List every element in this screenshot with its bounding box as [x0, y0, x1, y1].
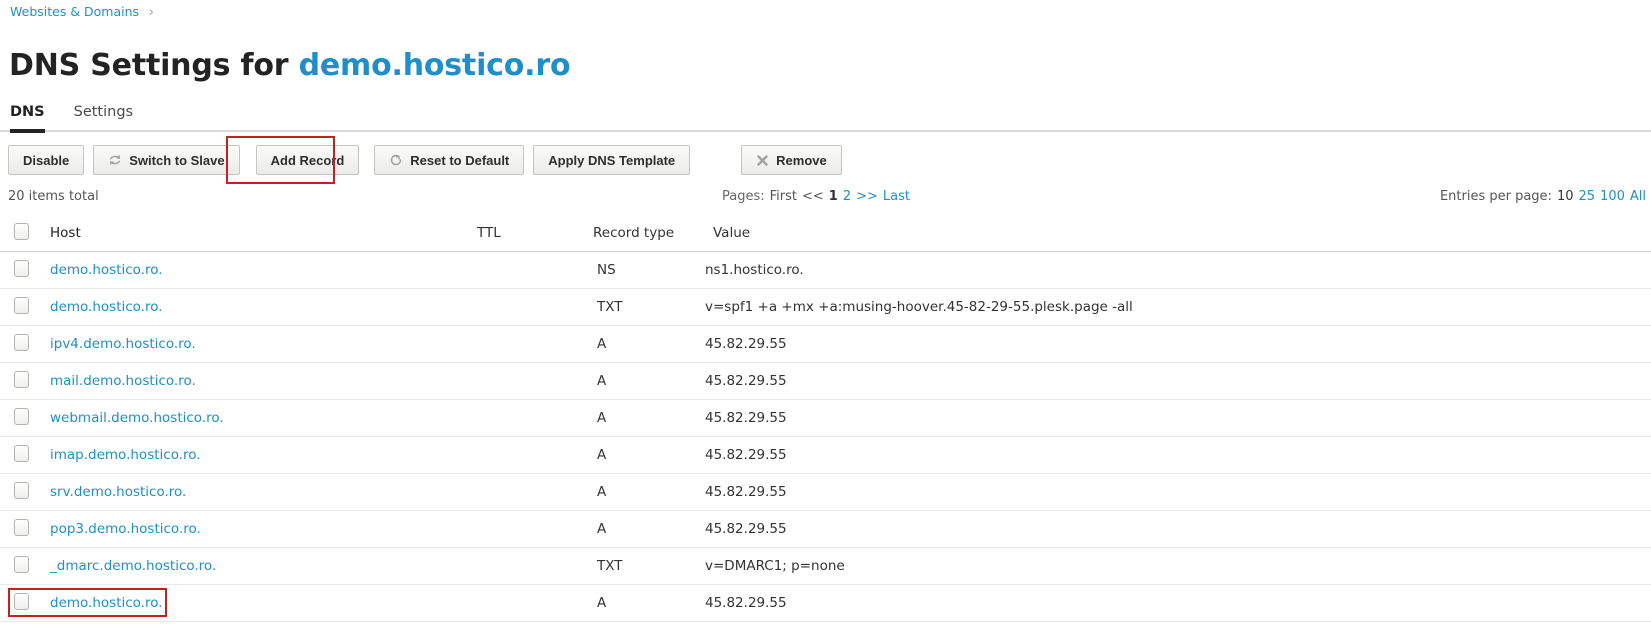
- tab-settings[interactable]: Settings: [74, 104, 133, 133]
- row-checkbox[interactable]: [14, 592, 29, 610]
- row-checkbox[interactable]: [14, 407, 29, 425]
- column-header-host: Host: [50, 225, 81, 241]
- breadcrumb-chevron-icon: ›: [149, 5, 154, 19]
- entries-label: Entries per page:: [1439, 189, 1552, 204]
- pagination-last[interactable]: Last: [883, 189, 910, 204]
- host-link[interactable]: pop3.demo.hostico.ro.: [50, 521, 201, 537]
- tab-bar: DNS Settings: [10, 104, 133, 133]
- column-header-value: Value: [713, 225, 751, 241]
- add-record-button[interactable]: Add Record: [255, 145, 360, 175]
- page-title-prefix: DNS Settings for: [9, 48, 299, 84]
- record-value: 45.82.29.55: [705, 410, 787, 426]
- disable-button[interactable]: Disable: [8, 145, 85, 175]
- record-type: TXT: [597, 558, 623, 574]
- reset-to-default-button[interactable]: Reset to Default: [374, 145, 525, 175]
- table-row: webmail.demo.hostico.ro. A 45.82.29.55: [0, 400, 1651, 437]
- items-total: 20 items total: [8, 189, 99, 204]
- table-row-annotated: demo.hostico.ro. A 45.82.29.55: [0, 585, 1651, 622]
- record-value: 45.82.29.55: [705, 373, 787, 389]
- record-value: v=DMARC1; p=none: [705, 558, 845, 574]
- table-row: imap.demo.hostico.ro. A 45.82.29.55: [0, 437, 1651, 474]
- pagination-next[interactable]: >>: [856, 189, 878, 204]
- reset-icon: [389, 153, 403, 167]
- apply-dns-template-button[interactable]: Apply DNS Template: [533, 145, 691, 175]
- switch-icon: [108, 153, 122, 167]
- pagination-page-2[interactable]: 2: [843, 189, 851, 204]
- table-row: mail.demo.hostico.ro. A 45.82.29.55: [0, 363, 1651, 400]
- row-checkbox[interactable]: [14, 555, 29, 573]
- host-link[interactable]: webmail.demo.hostico.ro.: [50, 410, 224, 426]
- host-link[interactable]: imap.demo.hostico.ro.: [50, 447, 201, 463]
- switch-to-slave-button[interactable]: Switch to Slave: [93, 145, 240, 175]
- tabs-divider: [0, 130, 1651, 132]
- apply-dns-template-button-label: Apply DNS Template: [548, 152, 676, 168]
- page-title-domain: demo.hostico.ro: [298, 48, 571, 84]
- pagination: Pages: First << 1 2 >> Last: [722, 189, 910, 204]
- row-checkbox[interactable]: [14, 370, 29, 388]
- pagination-prev: <<: [801, 189, 824, 204]
- record-type: A: [597, 336, 607, 352]
- record-value: v=spf1 +a +mx +a:musing-hoover.45-82-29-…: [705, 299, 1133, 315]
- tab-dns[interactable]: DNS: [10, 104, 45, 133]
- table-row: demo.hostico.ro. TXT v=spf1 +a +mx +a:mu…: [0, 289, 1651, 326]
- table-header-row: Host TTL Record type Value: [0, 215, 1651, 252]
- reset-to-default-button-label: Reset to Default: [410, 152, 510, 168]
- disable-button-label: Disable: [23, 152, 70, 168]
- record-value: 45.82.29.55: [705, 336, 787, 352]
- record-value: 45.82.29.55: [705, 484, 787, 500]
- pagination-page-1: 1: [828, 189, 838, 204]
- record-type: A: [597, 484, 607, 500]
- host-link[interactable]: _dmarc.demo.hostico.ro.: [50, 558, 216, 574]
- pagination-first: First: [769, 189, 797, 204]
- host-link[interactable]: demo.hostico.ro.: [50, 299, 163, 315]
- breadcrumb: Websites & Domains ›: [10, 4, 154, 19]
- table-row: ipv4.demo.hostico.ro. A 45.82.29.55: [0, 326, 1651, 363]
- record-type: A: [597, 373, 607, 389]
- entries-option-100[interactable]: 100: [1600, 189, 1625, 204]
- host-link[interactable]: demo.hostico.ro.: [50, 262, 163, 278]
- host-link[interactable]: ipv4.demo.hostico.ro.: [50, 336, 196, 352]
- record-value: 45.82.29.55: [705, 595, 787, 611]
- table-row: _dmarc.demo.hostico.ro. TXT v=DMARC1; p=…: [0, 548, 1651, 585]
- entries-per-page: Entries per page: 10 25 100 All: [1440, 189, 1646, 204]
- column-header-record-type: Record type: [593, 225, 675, 241]
- list-controls: 20 items total Pages: First << 1 2 >> La…: [0, 189, 1651, 207]
- entries-option-all[interactable]: All: [1630, 189, 1646, 204]
- record-value: ns1.hostico.ro.: [705, 262, 804, 278]
- host-link[interactable]: mail.demo.hostico.ro.: [50, 373, 196, 389]
- record-type: A: [597, 595, 607, 611]
- record-value: 45.82.29.55: [705, 521, 787, 537]
- breadcrumb-link-websites-domains[interactable]: Websites & Domains: [10, 4, 139, 19]
- table-row: pop3.demo.hostico.ro. A 45.82.29.55: [0, 511, 1651, 548]
- toolbar: Disable Switch to Slave Add Record Reset…: [8, 145, 842, 175]
- entries-option-25[interactable]: 25: [1579, 189, 1596, 204]
- pagination-label: Pages:: [722, 189, 765, 204]
- row-checkbox[interactable]: [14, 481, 29, 499]
- page-title: DNS Settings for demo.hostico.ro: [9, 46, 571, 86]
- row-checkbox[interactable]: [14, 444, 29, 462]
- host-link[interactable]: srv.demo.hostico.ro.: [50, 484, 186, 500]
- row-checkbox[interactable]: [14, 259, 29, 277]
- host-link[interactable]: demo.hostico.ro.: [50, 595, 163, 611]
- entries-current-10: 10: [1556, 189, 1574, 204]
- column-header-ttl: TTL: [477, 225, 501, 241]
- record-type: TXT: [597, 299, 623, 315]
- remove-button[interactable]: Remove: [741, 145, 842, 175]
- remove-icon: [756, 154, 769, 167]
- switch-to-slave-button-label: Switch to Slave: [129, 152, 225, 168]
- row-checkbox[interactable]: [14, 333, 29, 351]
- table-row: srv.demo.hostico.ro. A 45.82.29.55: [0, 474, 1651, 511]
- record-value: 45.82.29.55: [705, 447, 787, 463]
- row-checkbox[interactable]: [14, 518, 29, 536]
- record-type: NS: [597, 262, 616, 278]
- table-row: demo.hostico.ro. NS ns1.hostico.ro.: [0, 252, 1651, 289]
- dns-records-table: Host TTL Record type Value demo.hostico.…: [0, 215, 1651, 622]
- record-type: A: [597, 410, 607, 426]
- select-all-checkbox[interactable]: [14, 222, 29, 240]
- record-type: A: [597, 521, 607, 537]
- record-type: A: [597, 447, 607, 463]
- add-record-button-label: Add Record: [270, 152, 345, 168]
- remove-button-label: Remove: [776, 152, 827, 168]
- row-checkbox[interactable]: [14, 296, 29, 314]
